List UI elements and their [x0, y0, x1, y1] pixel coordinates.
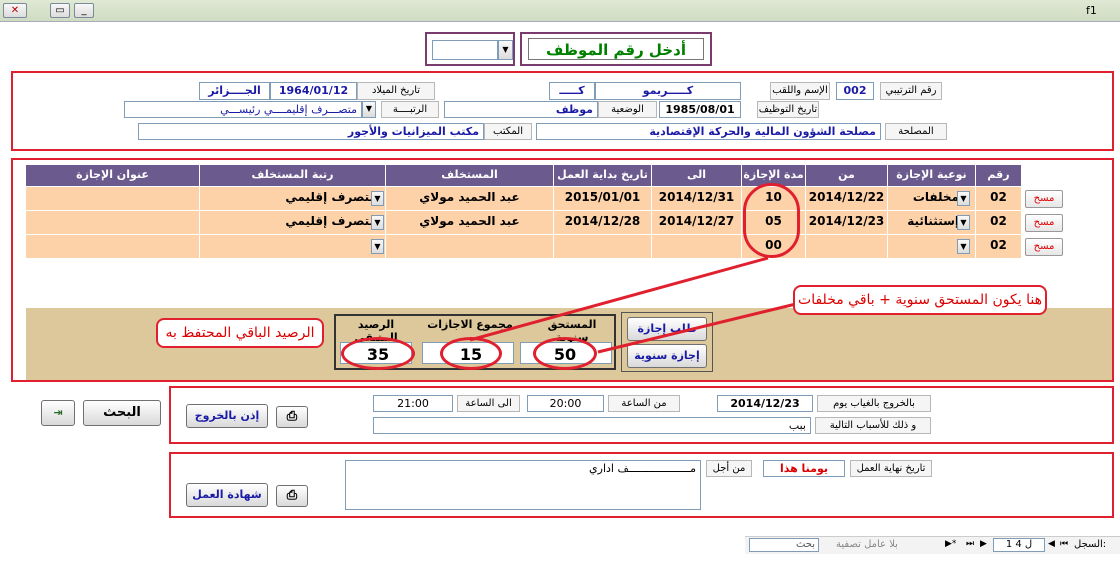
filter-label: بلا عامل تصفية: [836, 539, 898, 550]
to-time-label: الى الساعة: [457, 395, 520, 412]
absence-day-label: بالخروج بالغياب يوم: [817, 395, 931, 412]
new-record-icon[interactable]: ▶*: [945, 539, 956, 549]
record-position-field[interactable]: 1 ل 4: [993, 538, 1045, 552]
end-date-field[interactable]: يومنا هذا: [763, 460, 845, 477]
record-label: السجل:: [1074, 539, 1107, 550]
end-date-label: تاريخ نهاية العمل: [850, 460, 932, 477]
for-textarea[interactable]: مـــــــــــــــــــف اداري: [345, 460, 701, 510]
search-button[interactable]: البحث: [83, 400, 161, 426]
exit-permit-button[interactable]: إذن بالخروج: [186, 404, 268, 428]
exit-icon[interactable]: ⇥: [41, 400, 75, 426]
absence-date-field[interactable]: 2014/12/23: [717, 395, 813, 412]
next-record-icon[interactable]: ▶: [980, 539, 987, 549]
last-record-icon[interactable]: ⏭: [966, 539, 974, 549]
first-record-icon[interactable]: ⏮: [1060, 539, 1068, 549]
from-time-field[interactable]: 20:00: [527, 395, 604, 412]
reason-field[interactable]: ببب: [373, 417, 811, 434]
remaining-note-callout: الرصيد الباقي المحتفظ به: [156, 318, 324, 348]
from-time-label: من الساعة: [608, 395, 680, 412]
work-certificate-button[interactable]: شهادة العمل: [186, 483, 268, 507]
for-label: من أجل: [706, 460, 752, 477]
print-certificate-button[interactable]: ⎙: [276, 485, 308, 507]
annual-note-callout: هنا يكون المستحق سنوية + باقي مخلفات: [793, 285, 1047, 315]
reason-label: و ذلك للأسباب التالية: [815, 417, 931, 434]
print-exit-button[interactable]: ⎙: [276, 406, 308, 428]
to-time-field[interactable]: 21:00: [373, 395, 453, 412]
prev-record-icon[interactable]: ◀: [1048, 539, 1055, 549]
nav-search-field[interactable]: بحث: [749, 538, 819, 552]
